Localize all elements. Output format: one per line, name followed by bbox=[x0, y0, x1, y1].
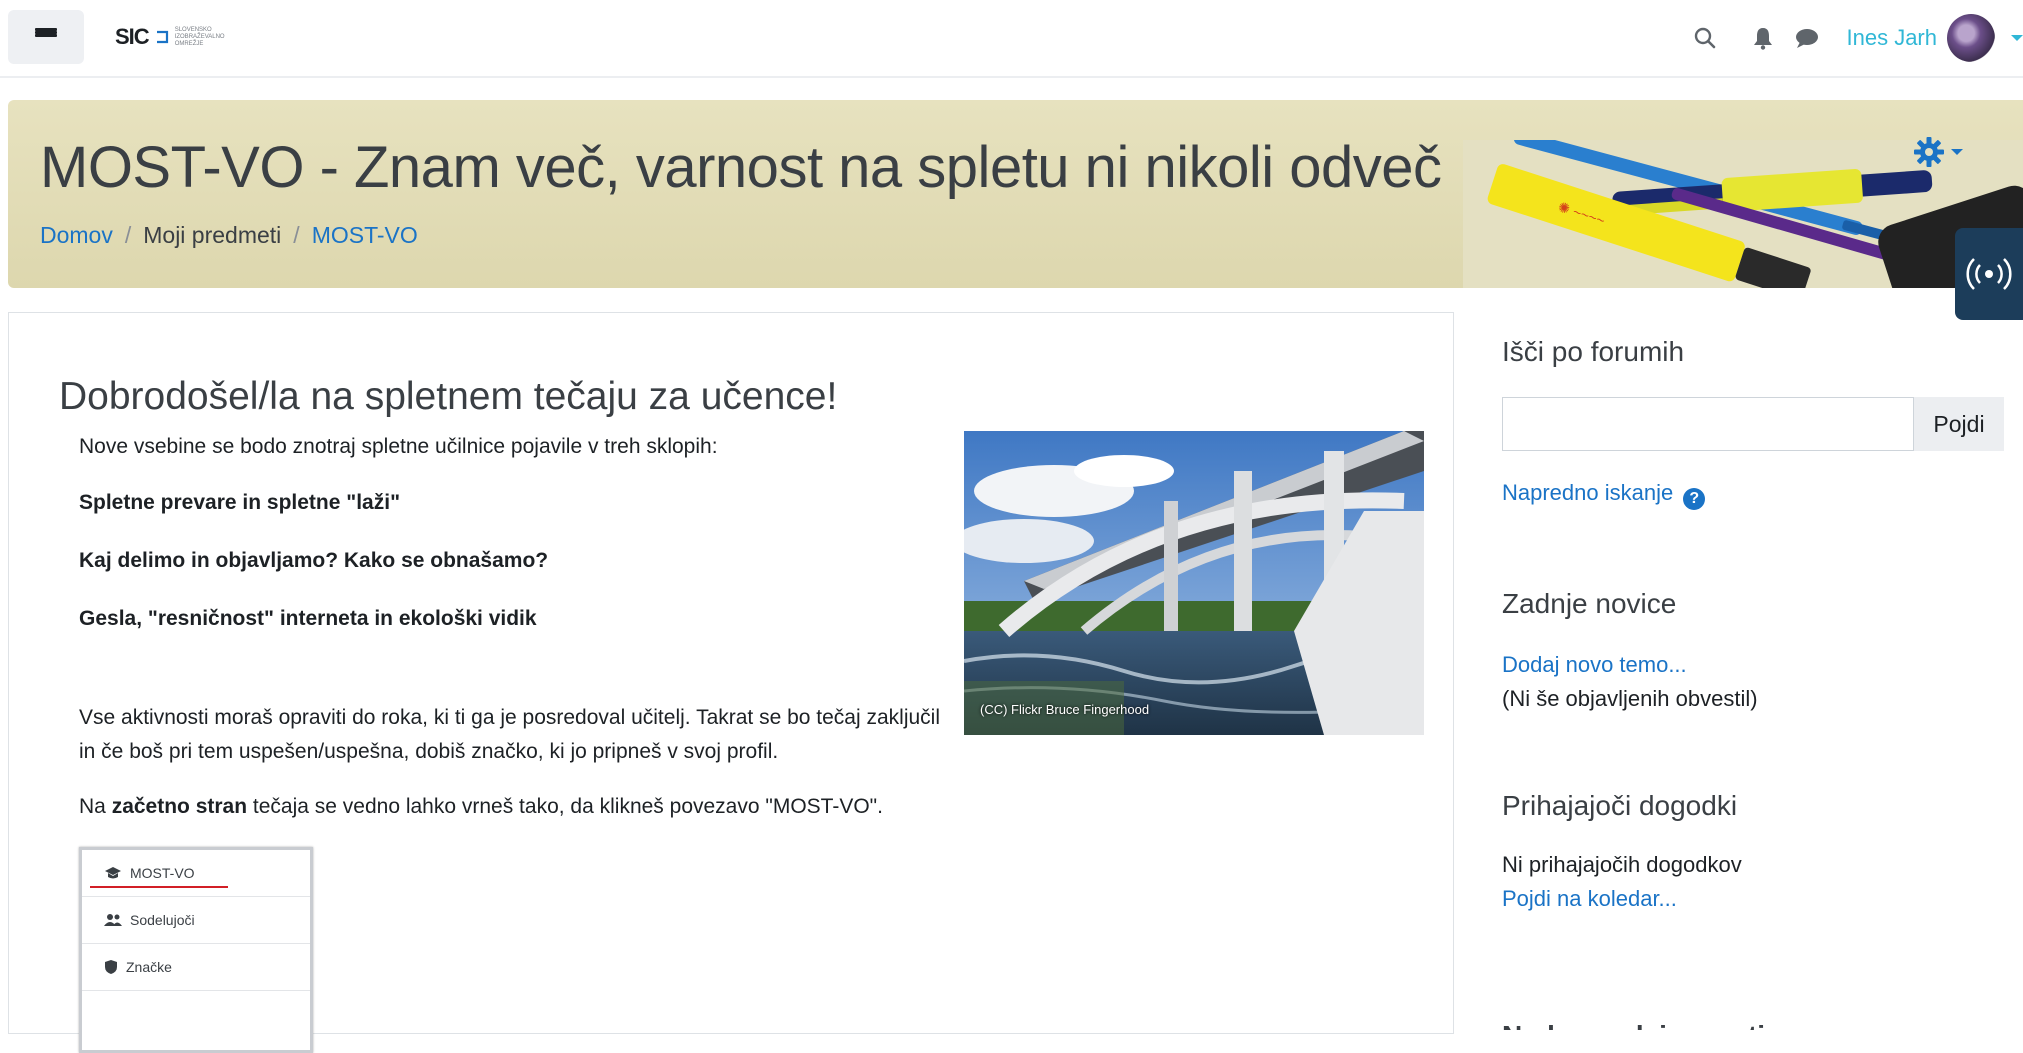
logo-text: SIC bbox=[115, 24, 149, 50]
return-prefix: Na bbox=[79, 795, 112, 818]
latest-news-title: Zadnje novice bbox=[1502, 588, 1676, 620]
messages-button[interactable] bbox=[1785, 16, 1829, 60]
deadline-text: Vse aktivnosti moraš opraviti do roka, k… bbox=[79, 701, 959, 769]
drawer-toggle-button[interactable] bbox=[1955, 228, 2023, 320]
mini-menu-label: Sodelujoči bbox=[130, 912, 195, 928]
no-news-text: (Ni še objavljenih obvestil) bbox=[1502, 686, 1758, 712]
no-events-text: Ni prihajajočih dogodkov bbox=[1502, 852, 1742, 878]
return-suffix: tečaja se vedno lahko vrneš tako, da kli… bbox=[247, 795, 883, 818]
forum-search-input[interactable] bbox=[1502, 397, 1914, 451]
search-icon bbox=[1693, 26, 1717, 50]
breadcrumb-home[interactable]: Domov bbox=[40, 222, 113, 249]
logo-mark-icon bbox=[155, 29, 169, 45]
navigation-example-image: MOST-VO Sodelujoči Značke bbox=[79, 847, 313, 1053]
upcoming-events-title: Prihajajoči dogodki bbox=[1502, 790, 1737, 822]
navbar-user-area: Ines Jarh bbox=[1683, 0, 2023, 76]
return-instructions: Na začetno stran tečaja se vedno lahko v… bbox=[79, 795, 883, 819]
signal-icon bbox=[1966, 251, 2012, 297]
advanced-search-label: Napredno iskanje bbox=[1502, 480, 1673, 505]
graduation-cap-icon bbox=[104, 866, 122, 880]
mini-menu-item-participants: Sodelujoči bbox=[82, 897, 310, 944]
menu-icon bbox=[35, 28, 57, 46]
notifications-button[interactable] bbox=[1741, 16, 1785, 60]
chevron-down-icon bbox=[1951, 149, 1963, 155]
user-name[interactable]: Ines Jarh bbox=[1847, 25, 1938, 51]
help-icon[interactable]: ? bbox=[1683, 488, 1705, 510]
breadcrumb-separator: / bbox=[125, 222, 131, 249]
calendar-link[interactable]: Pojdi na koledar... bbox=[1502, 886, 1677, 912]
section-title-3: Gesla, "resničnost" interneta in ekološk… bbox=[79, 607, 537, 631]
breadcrumb-course[interactable]: MOST-VO bbox=[312, 222, 418, 249]
mini-menu-item-most-vo: MOST-VO bbox=[82, 850, 310, 897]
shield-icon bbox=[104, 959, 118, 975]
breadcrumb: Domov / Moji predmeti / MOST-VO bbox=[40, 222, 418, 249]
top-navbar: SIC SLOVENSKO IZOBRAŽEVALNO OMREŽJE Ines… bbox=[0, 0, 2023, 78]
advanced-search-link[interactable]: Napredno iskanje? bbox=[1502, 480, 1705, 510]
bell-icon bbox=[1752, 26, 1774, 50]
return-bold: začetno stran bbox=[112, 795, 247, 818]
page-title: MOST-VO - Znam več, varnost na spletu ni… bbox=[40, 134, 1442, 201]
bridge-photo: (CC) Flickr Bruce Fingerhood bbox=[964, 431, 1424, 735]
welcome-heading: Dobrodošel/la na spletnem tečaju za učen… bbox=[59, 375, 837, 419]
site-logo[interactable]: SIC SLOVENSKO IZOBRAŽEVALNO OMREŽJE bbox=[115, 22, 255, 52]
section-title-2: Kaj delimo in objavljamo? Kako se obnaša… bbox=[79, 549, 548, 573]
breadcrumb-my-courses[interactable]: Moji predmeti bbox=[143, 222, 281, 249]
forum-search-title: Išči po forumih bbox=[1502, 336, 1684, 368]
intro-text: Nove vsebine se bodo znotraj spletne uči… bbox=[79, 435, 718, 459]
add-topic-link[interactable]: Dodaj novo temo... bbox=[1502, 652, 1687, 678]
red-underline bbox=[90, 886, 228, 888]
image-caption: (CC) Flickr Bruce Fingerhood bbox=[980, 702, 1149, 717]
search-button[interactable] bbox=[1683, 16, 1727, 60]
course-settings-menu[interactable] bbox=[1913, 136, 1963, 168]
mini-menu-label: MOST-VO bbox=[130, 865, 195, 881]
chat-icon bbox=[1794, 27, 1820, 49]
mini-menu-label: Značke bbox=[126, 959, 172, 975]
avatar[interactable] bbox=[1947, 14, 1995, 62]
gear-icon bbox=[1913, 136, 1945, 168]
bridge-illustration bbox=[964, 431, 1424, 735]
caret-down-icon[interactable] bbox=[2011, 35, 2023, 41]
menu-toggle-button[interactable] bbox=[8, 10, 84, 64]
logo-subtext: SLOVENSKO IZOBRAŽEVALNO OMREŽJE bbox=[175, 27, 255, 48]
course-summary-card: Dobrodošel/la na spletnem tečaju za učen… bbox=[8, 312, 1454, 1034]
section-title-1: Spletne prevare in spletne "laži" bbox=[79, 491, 400, 515]
mini-menu-item-badges: Značke bbox=[82, 944, 310, 991]
page-header: MOST-VO - Znam več, varnost na spletu ni… bbox=[8, 100, 2023, 288]
recent-activity-title: Nedavne dejavnosti bbox=[1502, 1016, 1765, 1030]
forum-search-button[interactable]: Pojdi bbox=[1914, 397, 2004, 451]
users-icon bbox=[104, 913, 122, 927]
breadcrumb-separator: / bbox=[293, 222, 299, 249]
